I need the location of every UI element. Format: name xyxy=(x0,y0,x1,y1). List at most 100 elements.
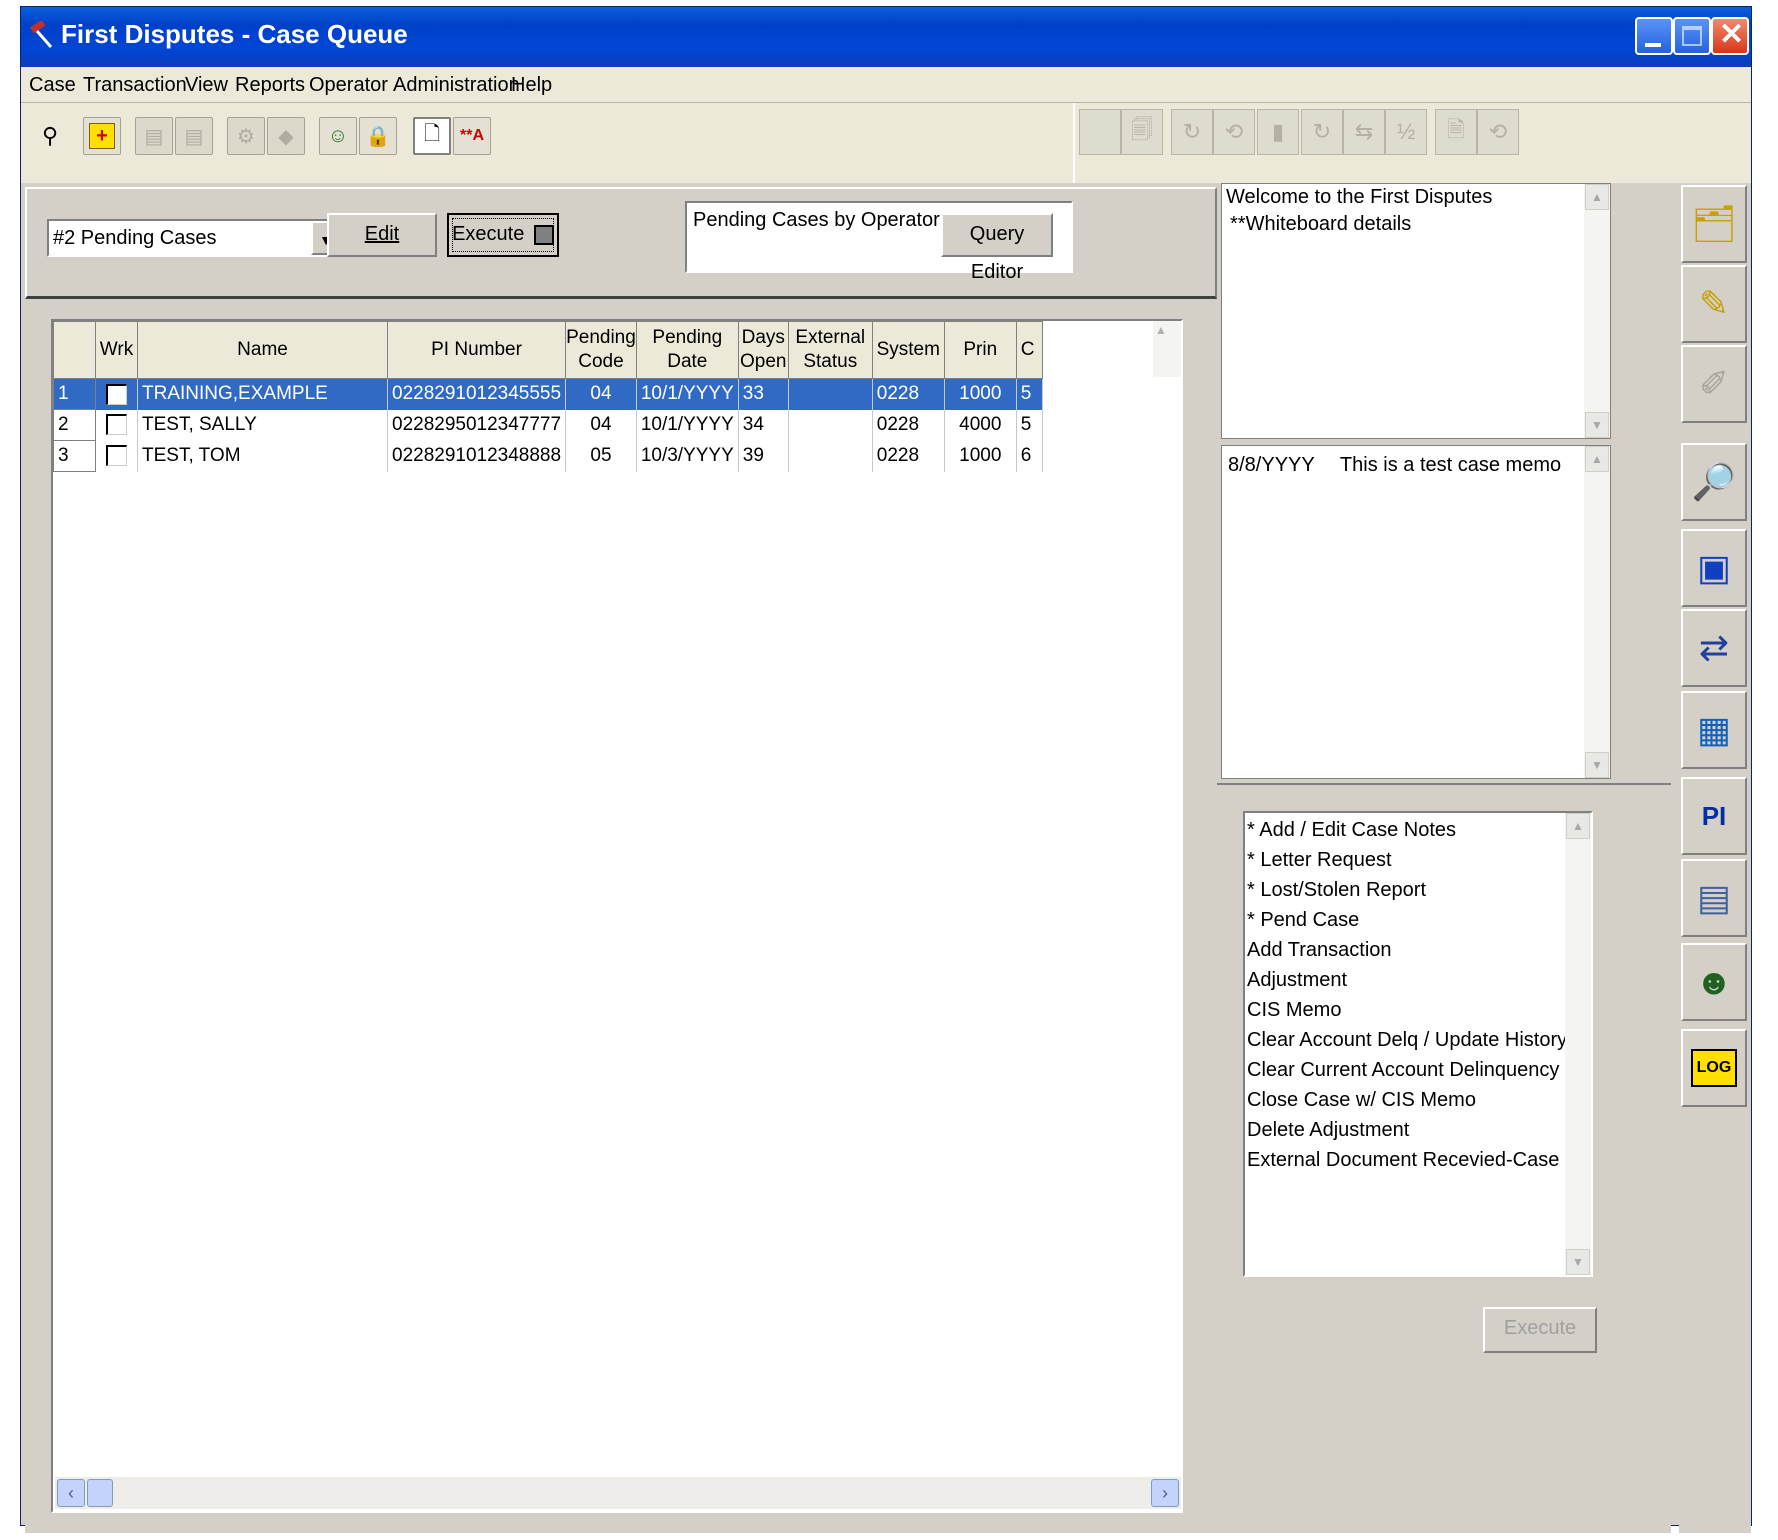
col-header-system[interactable]: System xyxy=(871,321,945,379)
row-number: 3 xyxy=(53,440,96,472)
list-item[interactable]: CIS Memo xyxy=(1245,995,1591,1025)
minimize-button[interactable] xyxy=(1635,17,1673,55)
rtool-refresh2[interactable]: ↻ xyxy=(1301,109,1343,155)
list-item[interactable]: * Add / Edit Case Notes xyxy=(1245,815,1591,845)
rtool-refresh[interactable]: ↻ xyxy=(1171,109,1213,155)
wrk-checkbox[interactable] xyxy=(95,440,138,472)
menu-case[interactable]: Case xyxy=(29,74,76,97)
rtool-doc[interactable]: 🗎 xyxy=(1435,109,1477,155)
open-folder-button[interactable]: ▤ xyxy=(135,117,173,155)
memo-text: This is a test case memo xyxy=(1339,454,1562,476)
font-button[interactable]: **A xyxy=(453,117,491,155)
grid-hscroll[interactable]: ‹ › xyxy=(55,1477,1181,1509)
hscroll-thumb[interactable] xyxy=(87,1479,113,1507)
col-header-wrk[interactable]: Wrk xyxy=(95,321,138,379)
col-header-days-open[interactable]: Days Open xyxy=(737,321,789,379)
list-item[interactable]: Delete Adjustment xyxy=(1245,1115,1591,1145)
side-tool-forms[interactable]: ▤ xyxy=(1681,859,1747,937)
close-folder-button[interactable]: ▤ xyxy=(175,117,213,155)
tag-button[interactable]: ◆ xyxy=(267,117,305,155)
menu-administration[interactable]: Administration xyxy=(393,74,520,97)
list-item[interactable]: * Letter Request xyxy=(1245,845,1591,875)
rtool-split[interactable]: ½ xyxy=(1385,109,1427,155)
actions-panel: * Add / Edit Case Notes * Letter Request… xyxy=(1217,783,1671,1533)
query-editor-button[interactable]: Query Editor xyxy=(941,213,1053,283)
gears-button[interactable]: ⚙ xyxy=(227,117,265,155)
cell-c: 6 xyxy=(1016,440,1043,472)
menu-operator[interactable]: Operator xyxy=(309,74,388,97)
scroll-up-icon[interactable]: ▲ xyxy=(1566,813,1590,839)
transfer-icon: ⇆ xyxy=(1354,119,1374,144)
rtool-transfer[interactable]: ⇆ xyxy=(1343,109,1385,155)
table-row[interactable]: 1 TRAINING,EXAMPLE 0228291012345555 04 1… xyxy=(53,378,1043,410)
scroll-down-icon[interactable]: ▼ xyxy=(1566,1249,1590,1275)
scroll-down-icon[interactable]: ▼ xyxy=(1585,752,1609,778)
col-header-name[interactable]: Name xyxy=(137,321,388,379)
side-tool-cases[interactable]: 🗂 xyxy=(1681,185,1747,263)
list-item[interactable]: Clear Current Account Delinquency xyxy=(1245,1055,1591,1085)
side-toolbar: 🗂 ✎ ✐ 🔎 ▣ ⇄ ▦ PI ▤ ☻ LOG xyxy=(1679,183,1751,1533)
actions-scrollbar[interactable]: ▲ ▼ xyxy=(1565,813,1591,1275)
scroll-right-icon[interactable]: › xyxy=(1151,1479,1179,1507)
list-item[interactable]: External Document Recevied-Case xyxy=(1245,1145,1591,1175)
grid-vscroll[interactable]: ▲ xyxy=(1153,321,1181,377)
side-tool-transfer[interactable]: ⇄ xyxy=(1681,609,1747,687)
whiteboard-scrollbar[interactable]: ▲ ▼ xyxy=(1584,184,1610,438)
scroll-left-icon[interactable]: ‹ xyxy=(57,1479,85,1507)
query-select[interactable]: #2 Pending Cases ▼ xyxy=(47,219,343,257)
col-header-pending-code[interactable]: Pending Code xyxy=(565,321,637,379)
col-header-rownum[interactable] xyxy=(53,321,96,379)
maximize-button[interactable] xyxy=(1673,17,1711,55)
side-tool-pi[interactable]: PI xyxy=(1681,777,1747,855)
edit-button[interactable]: Edit xyxy=(327,213,437,257)
scroll-down-icon[interactable]: ▼ xyxy=(1585,412,1609,438)
preview-button[interactable]: 🗋 xyxy=(413,117,451,155)
list-item[interactable]: Clear Account Delq / Update History xyxy=(1245,1025,1591,1055)
list-item[interactable]: Close Case w/ CIS Memo xyxy=(1245,1085,1591,1115)
list-item[interactable]: * Lost/Stolen Report xyxy=(1245,875,1591,905)
menu-view[interactable]: View xyxy=(185,74,228,97)
menu-transaction[interactable]: Transaction xyxy=(83,74,187,97)
find-button[interactable]: ⚲ xyxy=(31,117,69,155)
col-header-c[interactable]: C xyxy=(1015,321,1043,379)
list-item[interactable]: * Pend Case xyxy=(1245,905,1591,935)
col-header-pending-date[interactable]: Pending Date xyxy=(635,321,739,379)
side-tool-customer[interactable]: ▣ xyxy=(1681,529,1747,607)
wrk-checkbox[interactable] xyxy=(95,378,138,410)
side-tool-log[interactable]: LOG xyxy=(1681,1029,1747,1107)
list-item[interactable]: Add Transaction xyxy=(1245,935,1591,965)
side-tool-disabled[interactable]: ✐ xyxy=(1681,345,1747,423)
actions-execute-button[interactable]: Execute xyxy=(1483,1307,1597,1353)
search-document-icon: 🔎 xyxy=(1691,461,1737,502)
side-tool-edit-card[interactable]: ✎ xyxy=(1681,265,1747,343)
rtool-cycle2[interactable]: ⟲ xyxy=(1477,109,1519,155)
document-icon: 🗎 xyxy=(1447,117,1465,142)
rtool-blank[interactable] xyxy=(1079,109,1121,155)
wrk-checkbox[interactable] xyxy=(95,409,138,441)
table-row[interactable]: 2 TEST, SALLY 0228295012347777 04 10/1/Y… xyxy=(53,409,1043,441)
col-header-pi-number[interactable]: PI Number xyxy=(386,321,567,379)
new-case-button[interactable]: + xyxy=(83,117,121,155)
list-item[interactable]: Adjustment xyxy=(1245,965,1591,995)
side-tool-operator[interactable]: ☻ xyxy=(1681,943,1747,1021)
col-header-prin[interactable]: Prin xyxy=(943,321,1017,379)
rtool-note[interactable]: ▮ xyxy=(1257,109,1299,155)
lock-button[interactable]: 🔒 xyxy=(359,117,397,155)
menu-reports[interactable]: Reports xyxy=(235,74,305,97)
menu-help[interactable]: Help xyxy=(511,74,552,97)
operators-button[interactable]: ☺ xyxy=(319,117,357,155)
scroll-up-icon[interactable]: ▲ xyxy=(1585,184,1609,210)
menu-bar: Case Transaction View Reports Operator A… xyxy=(21,67,1751,103)
col-header-external-status[interactable]: External Status xyxy=(787,321,873,379)
side-tool-search-doc[interactable]: 🔎 xyxy=(1681,443,1747,521)
rtool-copy[interactable]: 🗐 xyxy=(1121,109,1163,155)
scroll-up-icon[interactable]: ▲ xyxy=(1585,446,1609,472)
customer-view-icon: ▣ xyxy=(1696,547,1731,588)
memo-scrollbar[interactable]: ▲ ▼ xyxy=(1584,446,1610,778)
table-row[interactable]: 3 TEST, TOM 0228291012348888 05 10/3/YYY… xyxy=(53,440,1043,472)
close-button[interactable]: ✕ xyxy=(1711,17,1749,55)
side-tool-calendar[interactable]: ▦ xyxy=(1681,691,1747,769)
execute-button[interactable]: Execute xyxy=(447,213,559,257)
scroll-up-icon[interactable]: ▲ xyxy=(1155,323,1167,337)
rtool-cycle[interactable]: ⟲ xyxy=(1213,109,1255,155)
